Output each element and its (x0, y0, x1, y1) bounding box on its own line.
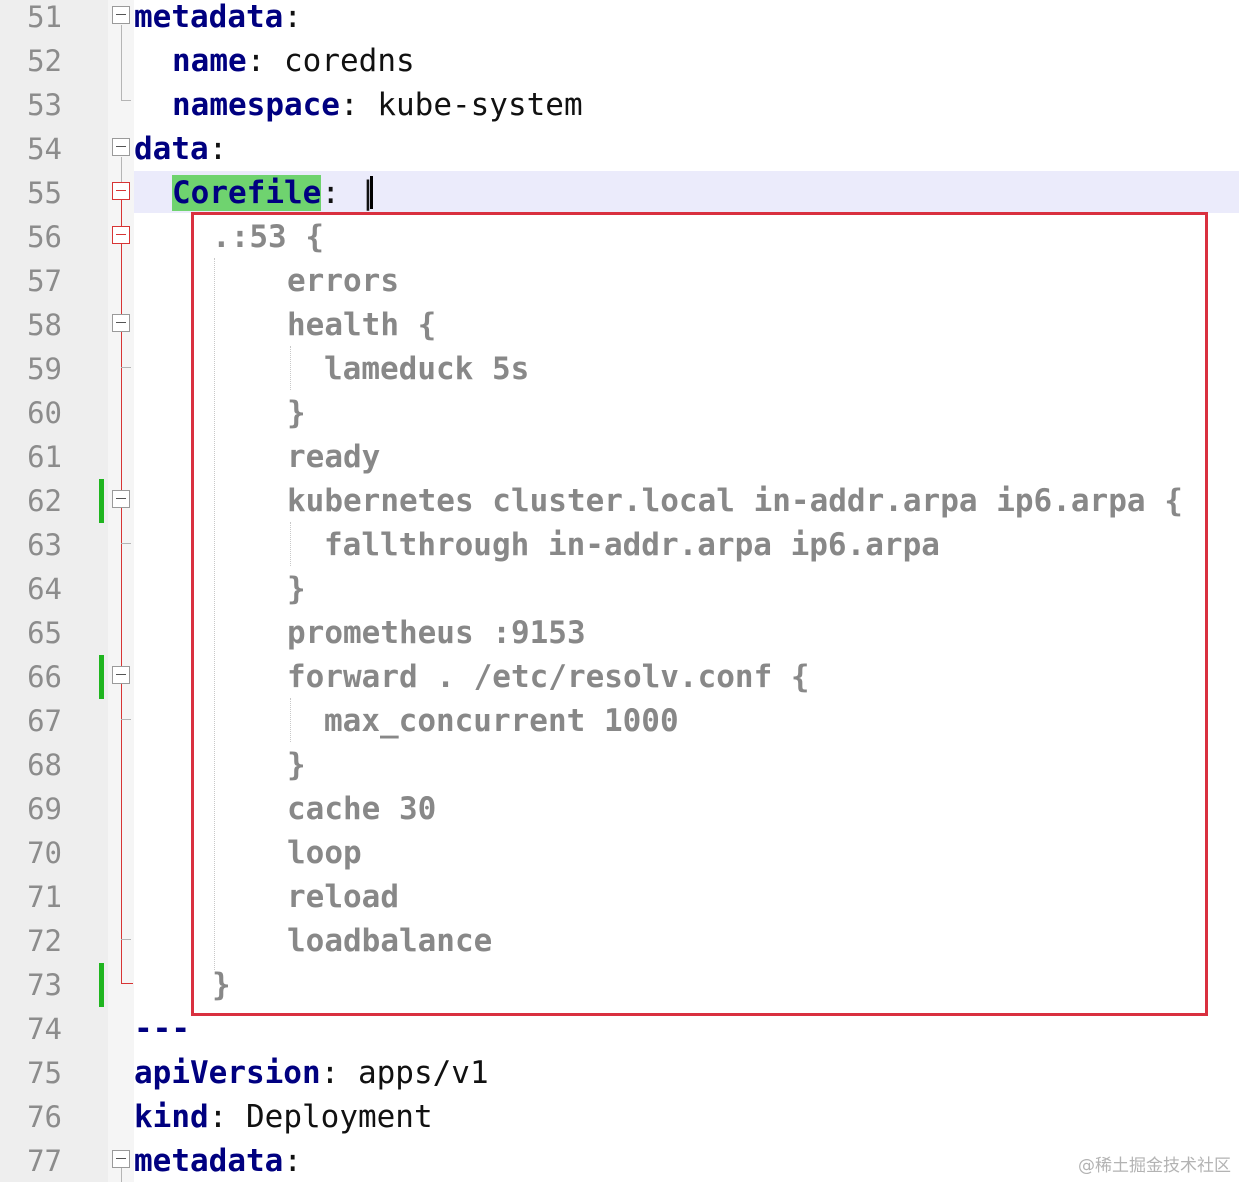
yaml-colon: : (283, 1143, 302, 1179)
fold-line (121, 25, 122, 100)
line-number: 61 (27, 440, 62, 474)
change-marker (99, 479, 104, 523)
line-number: 55 (27, 176, 62, 210)
yaml-key: namespace (172, 87, 340, 123)
line-number: 65 (27, 616, 62, 650)
yaml-value: coredns (284, 43, 415, 79)
line-number: 62 (27, 484, 62, 518)
line-number: 70 (27, 836, 62, 870)
fold-line (121, 367, 131, 368)
line-number: 71 (27, 880, 62, 914)
line-number: 60 (27, 396, 62, 430)
yaml-colon: : (339, 87, 359, 123)
line-number: 52 (27, 44, 62, 78)
yaml-value: Deployment (246, 1099, 433, 1135)
yaml-value: kube-system (377, 87, 583, 123)
yaml-colon: : (283, 0, 302, 35)
yaml-key: apiVersion (134, 1055, 321, 1091)
yaml-colon: : (321, 175, 340, 211)
fold-line (121, 939, 131, 940)
line-number: 57 (27, 264, 62, 298)
fold-toggle-icon[interactable] (112, 138, 130, 156)
line-number: 66 (27, 660, 62, 694)
code-line-74[interactable]: --- (134, 1007, 190, 1051)
yaml-key: metadata (134, 0, 284, 35)
fold-toggle-icon[interactable] (112, 1150, 130, 1168)
fold-toggle-icon[interactable] (112, 666, 130, 684)
watermark: @稀土掘金技术社区 (1078, 1156, 1231, 1176)
code-line-51[interactable]: metadata: (134, 0, 302, 39)
line-number: 54 (27, 132, 62, 166)
yaml-colon: : (320, 1055, 340, 1091)
code-line-55[interactable]: Corefile: | (172, 171, 377, 215)
code-line-54[interactable]: data: (134, 127, 227, 171)
yaml-key: kind (134, 1099, 209, 1135)
line-number: 75 (27, 1056, 62, 1090)
fold-toggle-icon[interactable] (112, 314, 130, 332)
line-number: 73 (27, 968, 62, 1002)
yaml-block-indicator: | (358, 175, 378, 211)
line-number: 77 (27, 1144, 62, 1178)
yaml-value: apps/v1 (357, 1055, 489, 1091)
line-number: 72 (27, 924, 62, 958)
code-line-53[interactable]: namespace: kube-system (172, 83, 583, 127)
yaml-key: name (172, 43, 247, 79)
fold-line-active (121, 983, 133, 984)
line-number: 67 (27, 704, 62, 738)
line-number: 53 (27, 88, 62, 122)
change-marker (99, 655, 104, 699)
line-number: 63 (27, 528, 62, 562)
code-line-77[interactable]: metadata: (134, 1139, 302, 1183)
line-number: 51 (27, 0, 62, 34)
fold-toggle-icon[interactable] (112, 6, 130, 24)
line-number: 58 (27, 308, 62, 342)
yaml-key-highlighted: Corefile (172, 175, 322, 211)
yaml-colon: : (208, 1099, 228, 1135)
line-number: 59 (27, 352, 62, 386)
yaml-key: metadata (134, 1143, 284, 1179)
yaml-colon: : (246, 43, 266, 79)
change-marker (99, 963, 104, 1007)
yaml-colon: : (208, 131, 228, 167)
line-number: 68 (27, 748, 62, 782)
line-number: 56 (27, 220, 62, 254)
code-line-52[interactable]: name: coredns (172, 39, 415, 83)
line-number: 69 (27, 792, 62, 826)
fold-line (121, 157, 122, 185)
fold-line (121, 100, 131, 101)
fold-line (121, 719, 131, 720)
fold-toggle-icon[interactable] (112, 226, 130, 244)
highlight-annotation-box (191, 212, 1208, 1016)
code-line-76[interactable]: kind: Deployment (134, 1095, 433, 1139)
fold-toggle-icon[interactable] (112, 490, 130, 508)
fold-line (121, 543, 131, 544)
yaml-key: data (134, 131, 209, 167)
line-number: 74 (27, 1012, 62, 1046)
line-number: 76 (27, 1100, 62, 1134)
line-number: 64 (27, 572, 62, 606)
code-line-75[interactable]: apiVersion: apps/v1 (134, 1051, 489, 1095)
fold-toggle-icon[interactable] (112, 182, 130, 200)
text-caret (370, 176, 373, 209)
